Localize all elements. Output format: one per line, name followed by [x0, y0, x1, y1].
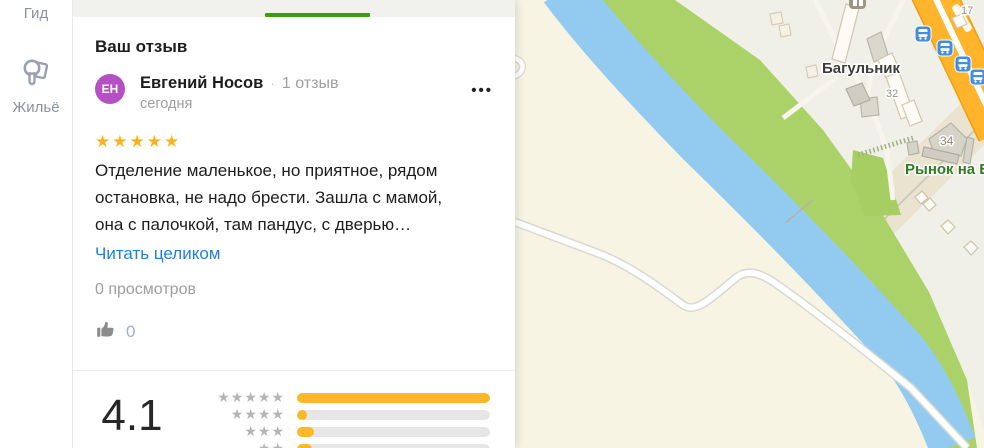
review-star-rating: ★★★★★ — [95, 132, 182, 151]
rating-score: 4.1 — [101, 391, 163, 440]
sidebar-item-guide[interactable]: Гид — [0, 5, 72, 22]
avatar[interactable]: ЕН — [95, 74, 125, 104]
name-separator-dot: · — [270, 75, 275, 91]
histogram-row-3: ★★★ — [193, 423, 490, 440]
review-text: Отделение маленькое, но приятное, рядом … — [95, 161, 443, 234]
histogram-track-2 — [297, 443, 490, 448]
map-label-district: Багульник — [822, 60, 901, 77]
rating-bar-fill-2 — [297, 426, 315, 437]
map-canvas[interactable]: Багульник Рынок на Ба 32 34 17 — [515, 0, 984, 448]
author-review-count: 1 отзыв — [281, 75, 339, 92]
rating-histogram: ★★★★★ ★★★★ ★★★ ★★ — [193, 384, 490, 448]
bus-stop-icon[interactable] — [914, 25, 932, 43]
rating-bar-fill-0 — [297, 392, 490, 403]
like-button[interactable]: 0 — [95, 318, 493, 345]
histogram-track-4 — [297, 409, 490, 420]
poi-building-icon[interactable] — [849, 0, 866, 9]
histogram-row-5: ★★★★★ — [193, 389, 490, 406]
histogram-stars-3: ★★★ — [244, 423, 285, 439]
like-count: 0 — [126, 321, 136, 341]
histogram-row-4: ★★★★ — [193, 406, 490, 423]
app-window: Гид Жильё Ваш отзыв ЕН Евгений Носов · 1… — [0, 0, 984, 448]
map-label-house-34: 34 — [940, 134, 954, 148]
rating-bar-fill-1 — [297, 409, 307, 420]
bus-stop-icon[interactable] — [936, 39, 954, 57]
review-panel: Ваш отзыв ЕН Евгений Носов · 1 отзыв сег… — [73, 0, 515, 448]
histogram-stars-2: ★★ — [257, 440, 285, 448]
keys-icon — [19, 55, 53, 99]
panel-tabstrip[interactable] — [73, 0, 515, 17]
panel-title: Ваш отзыв — [95, 37, 188, 56]
histogram-row-2: ★★ — [193, 440, 490, 448]
review-date: сегодня — [140, 96, 193, 112]
histogram-stars-5: ★★★★★ — [217, 389, 285, 405]
histogram-stars-4: ★★★★ — [230, 406, 285, 422]
histogram-track-3 — [297, 426, 490, 437]
thumbs-up-icon — [95, 318, 117, 345]
sidebar-item-guide-label: Гид — [23, 5, 49, 22]
sidebar-item-housing[interactable]: Жильё — [0, 55, 72, 116]
views-counter: 0 просмотров — [95, 281, 196, 298]
bus-stop-icon[interactable] — [954, 55, 972, 73]
rating-bar-fill-3 — [297, 443, 313, 448]
active-tab-indicator — [265, 13, 370, 17]
histogram-track-5 — [297, 392, 490, 403]
author-name[interactable]: Евгений Носов — [140, 74, 263, 93]
map-label-market[interactable]: Рынок на Ба — [904, 160, 984, 180]
section-divider — [73, 370, 515, 371]
bus-stop-icon[interactable] — [969, 68, 984, 86]
left-nav-rail: Гид Жильё — [0, 0, 73, 448]
read-more-link[interactable]: Читать целиком — [95, 244, 221, 264]
rating-summary: 4.1 634 оценки ★★★★★ ★★★★ ★★★ ★★ — [73, 384, 515, 448]
review-author-row: ЕН Евгений Носов · 1 отзыв сегодня ••• — [95, 74, 493, 112]
map-label-house-17: 17 — [961, 5, 973, 17]
sidebar-item-housing-label: Жильё — [12, 99, 60, 116]
more-menu-button[interactable]: ••• — [471, 82, 493, 112]
map-label-house-32: 32 — [886, 88, 898, 100]
